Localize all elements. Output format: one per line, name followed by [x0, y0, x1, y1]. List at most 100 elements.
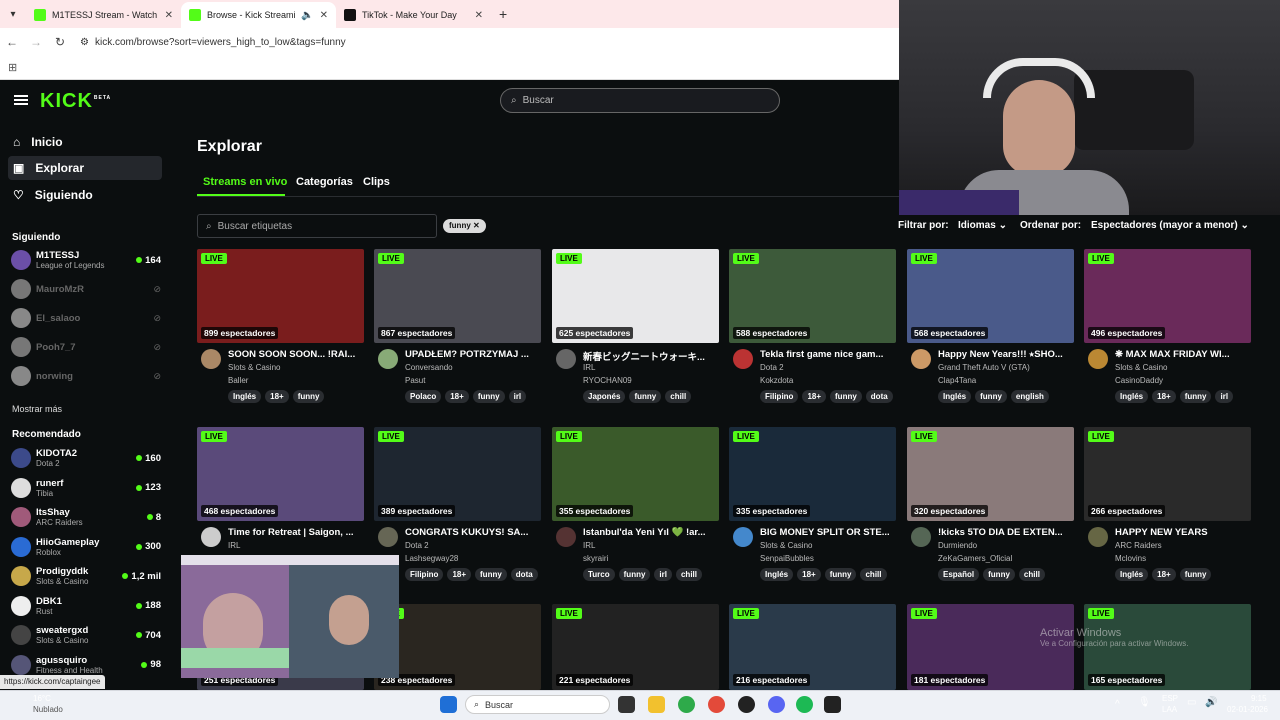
stream-title[interactable]: CONGRATS KUKUYS! SA... — [405, 527, 539, 538]
recommended-channel[interactable]: Prodigyddk Slots & Casino 1,2 mil — [11, 564, 161, 588]
tag-chip[interactable]: 18+ — [797, 568, 821, 581]
following-channel[interactable]: MauroMzR ⊘ — [11, 277, 161, 301]
speaker-icon[interactable]: 🔈 — [301, 10, 313, 21]
following-channel[interactable]: M1TESSJ League of Legends 164 — [11, 248, 161, 272]
discord-icon[interactable] — [768, 696, 785, 713]
stream-category[interactable]: IRL — [583, 541, 595, 550]
stream-thumbnail[interactable]: LIVE 320 espectadores — [907, 427, 1074, 521]
browser-tab-1[interactable]: Browse - Kick Streaming🔈✕ — [181, 2, 336, 28]
stream-title[interactable]: Time for Retreat | Saigon, ... — [228, 527, 362, 538]
site-info-icon[interactable]: ⚙ — [80, 37, 89, 48]
languages-dropdown[interactable]: Idiomas ⌄ — [958, 220, 1007, 231]
tag-chip[interactable]: funny — [983, 568, 1015, 581]
stream-card[interactable]: LIVE 221 espectadores — [552, 604, 719, 690]
tag-chip[interactable]: Inglés — [938, 390, 972, 403]
menu-icon[interactable] — [14, 95, 28, 105]
streamer-avatar[interactable] — [1088, 527, 1108, 547]
tag-chip[interactable]: Inglés — [228, 390, 262, 403]
tag-chip[interactable]: chill — [665, 390, 692, 403]
stream-thumbnail[interactable]: LIVE 588 espectadores — [729, 249, 896, 343]
stream-category[interactable]: Dota 2 — [760, 363, 784, 372]
streamer-avatar[interactable] — [911, 349, 931, 369]
reload-icon[interactable]: ↻ — [48, 35, 72, 49]
forward-arrow-icon[interactable]: → — [24, 35, 48, 49]
stream-title[interactable]: !kicks 5TO DIA DE EXTEN... — [938, 527, 1072, 538]
tag-chip[interactable]: funny — [629, 390, 662, 403]
weather-temp[interactable]: 16°C — [33, 694, 51, 703]
clock-time[interactable]: 9:15 — [1251, 694, 1267, 703]
streamer-name[interactable]: Baller — [228, 376, 248, 385]
streamer-avatar[interactable] — [201, 527, 221, 547]
streamer-name[interactable]: Kokzdota — [760, 376, 793, 385]
streamer-avatar[interactable] — [378, 349, 398, 369]
tag-chip[interactable]: 18+ — [447, 568, 472, 581]
tag-chip[interactable]: 18+ — [445, 390, 469, 403]
stream-title[interactable]: Happy New Years!!! ⭑SHO... — [938, 349, 1072, 360]
nav-siguiendo[interactable]: ♡ Siguiendo — [8, 183, 162, 207]
tag-chip[interactable]: 18+ — [265, 390, 289, 403]
stream-thumbnail[interactable]: LIVE 468 espectadores — [197, 427, 364, 521]
recommended-channel[interactable]: agussquiro Fitness and Health 98 — [11, 653, 161, 677]
tag-chip[interactable]: Inglés — [1115, 568, 1149, 581]
tag-chip[interactable]: dota — [865, 390, 893, 403]
following-channel[interactable]: norwing ⊘ — [11, 364, 161, 388]
stream-category[interactable]: Durmiendo — [938, 541, 977, 550]
tag-chip-funny[interactable]: funny ✕ — [443, 219, 486, 233]
chrome-icon[interactable] — [678, 696, 695, 713]
stream-category[interactable]: Dota 2 — [405, 541, 429, 550]
tag-search-input[interactable]: ⌕ Buscar etiquetas — [197, 214, 437, 238]
tag-chip[interactable]: Polaco — [405, 390, 442, 403]
network-icon[interactable]: ▭ — [1187, 697, 1196, 708]
tag-chip[interactable]: english — [1010, 390, 1049, 403]
tag-chip[interactable]: irl — [1215, 390, 1234, 403]
tag-chip[interactable]: funny — [975, 390, 1007, 403]
spotify-icon[interactable] — [796, 696, 813, 713]
apps-grid-icon[interactable]: ⊞ — [8, 61, 17, 74]
stream-title[interactable]: HAPPY NEW YEARS — [1115, 527, 1249, 538]
stream-thumbnail[interactable]: LIVE 625 espectadores — [552, 249, 719, 343]
streamer-name[interactable]: Clap4Tana — [938, 376, 976, 385]
stream-thumbnail[interactable]: LIVE 216 espectadores — [729, 604, 896, 690]
streamer-avatar[interactable] — [733, 349, 753, 369]
tab-streams-en-vivo[interactable]: Streams en vivo — [203, 176, 287, 188]
url-field[interactable]: ⚙ kick.com/browse?sort=viewers_high_to_lo… — [80, 37, 346, 48]
epic-games-icon[interactable] — [824, 696, 841, 713]
streamer-avatar[interactable] — [201, 349, 221, 369]
recommended-channel[interactable]: runerf Tibia 123 — [11, 476, 161, 500]
obs-icon[interactable] — [738, 696, 755, 713]
tag-chip[interactable]: chill — [860, 568, 887, 581]
stream-title[interactable]: SOON SOON SOON... !RAI... — [228, 349, 362, 360]
stream-thumbnail[interactable]: LIVE 568 espectadores — [907, 249, 1074, 343]
taskbar-search[interactable]: ⌕ Buscar — [465, 695, 610, 714]
streamer-name[interactable]: CasinoDaddy — [1115, 376, 1163, 385]
stream-title[interactable]: ❋ MAX MAX FRIDAY WI... — [1115, 349, 1249, 360]
recommended-channel[interactable]: sweatergxd Slots & Casino 704 — [11, 623, 161, 647]
stream-category[interactable]: Conversando — [405, 363, 453, 372]
streamer-name[interactable]: Mclovins — [1115, 554, 1146, 563]
tab-clips[interactable]: Clips — [363, 176, 390, 188]
tag-chip[interactable]: irl — [654, 568, 672, 581]
stream-category[interactable]: Slots & Casino — [228, 363, 280, 372]
recommended-channel[interactable]: HiioGameplay Roblox 300 — [11, 535, 161, 559]
sort-dropdown[interactable]: Espectadores (mayor a menor) ⌄ — [1091, 220, 1249, 231]
stream-thumbnail[interactable]: LIVE 335 espectadores — [729, 427, 896, 521]
stream-thumbnail[interactable]: LIVE 221 espectadores — [552, 604, 719, 690]
tag-chip[interactable]: 18+ — [1152, 568, 1176, 581]
tag-chip[interactable]: Turco — [583, 568, 615, 581]
following-channel[interactable]: Pooh7_7 ⊘ — [11, 335, 161, 359]
tag-chip[interactable]: irl — [508, 390, 527, 403]
tag-chip[interactable]: funny — [830, 390, 862, 403]
windows-start-icon[interactable] — [440, 696, 457, 713]
tag-chip[interactable]: funny — [292, 390, 325, 403]
file-explorer-icon[interactable] — [648, 696, 665, 713]
tag-chip[interactable]: funny — [472, 390, 505, 403]
tag-chip[interactable]: dota — [510, 568, 538, 581]
stream-thumbnail[interactable]: LIVE 899 espectadores — [197, 249, 364, 343]
tab-search-chevron-icon[interactable]: ▾ — [0, 0, 26, 28]
stream-category[interactable]: Slots & Casino — [1115, 363, 1167, 372]
tag-chip[interactable]: Inglés — [1115, 390, 1149, 403]
tag-chip[interactable]: Filipino — [760, 390, 799, 403]
streamer-avatar[interactable] — [1088, 349, 1108, 369]
streamer-avatar[interactable] — [733, 527, 753, 547]
stream-category[interactable]: IRL — [583, 363, 595, 372]
